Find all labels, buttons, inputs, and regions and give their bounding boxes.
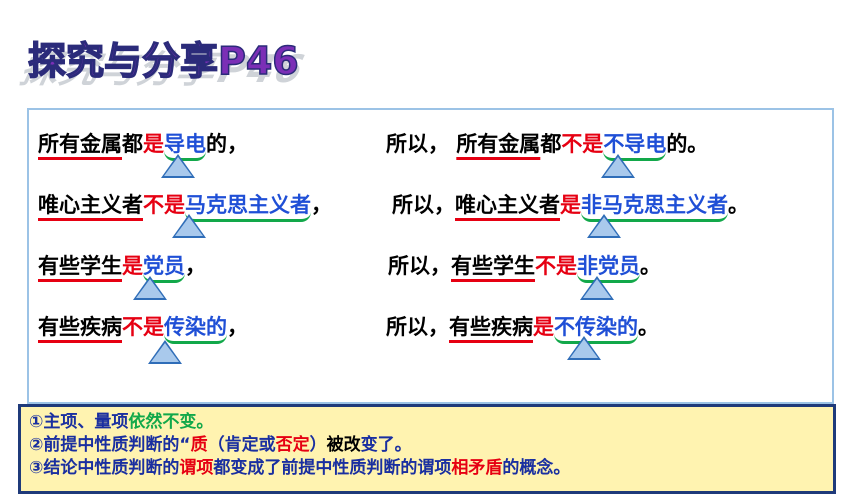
row-2-conclusion: 所以，唯心主义者是非马克思主义者。 [392,189,749,222]
row-3-conclusion: 所以，有些学生不是非党员。 [388,250,661,283]
page-title: 探究与分享P46 探究与分享P46 [14,20,378,91]
subject: 唯心主义者 [455,193,560,217]
tail: ， [311,193,332,217]
tail: 的。 [666,132,709,156]
tail: 。 [638,315,659,339]
copula: 是 [533,315,554,339]
row-4-conclusion: 所以，有些疾病是不传染的。 [386,311,659,344]
subject: 有些疾病 [449,315,533,339]
tail: ， [227,315,248,339]
triangle-marker [587,214,621,238]
triangle-marker [567,336,601,360]
tail: 。 [640,254,661,278]
triangle-marker [148,340,182,364]
subject: 所有金属 [38,132,122,156]
summary-box: ①主项、量项依然不变。 ②前提中性质判断的“质（肯定或否定）被改变了。 ③结论中… [18,404,836,494]
subject: 所有金属 [456,132,541,156]
copula: 不是 [535,254,577,278]
triangle-marker [133,276,167,300]
tail: ， [185,254,206,278]
subject: 有些学生 [451,254,535,278]
title-text: 探究与分享P46 [27,38,299,84]
so-word: 所以， [386,132,449,156]
so-word: 所以， [392,193,455,217]
quantifier: 都 [540,132,562,156]
subject: 有些疾病 [38,315,122,339]
subject: 唯心主义者 [38,193,143,217]
summary-line-3: ③结论中性质判断的谓项都变成了前提中性质判断的谓项相矛盾的概念。 [29,458,571,478]
so-word: 所以， [386,315,449,339]
triangle-marker [580,276,614,300]
summary-line-1: ①主项、量项依然不变。 [29,412,214,432]
copula: 是 [560,193,581,217]
copula: 是 [143,132,164,156]
copula: 不是 [122,315,164,339]
row-1-premise: 所有金属都是导电的， [38,128,248,161]
subject: 有些学生 [38,254,122,278]
tail: 。 [728,193,749,217]
triangle-marker [161,154,195,178]
row-4-premise: 有些疾病不是传染的， [38,311,248,344]
quantifier: 都 [122,132,143,156]
row-1-conclusion: 所以， 所有金属都不是不导电的。 [386,128,709,161]
so-word: 所以， [388,254,451,278]
row-3-premise: 有些学生是党员， [38,250,206,283]
triangle-marker [172,214,206,238]
triangle-marker [601,154,635,178]
tail: 的， [206,132,248,156]
copula: 不是 [561,132,604,156]
summary-line-2: ②前提中性质判断的“质（肯定或否定）被改变了。 [29,435,412,455]
copula: 是 [122,254,143,278]
